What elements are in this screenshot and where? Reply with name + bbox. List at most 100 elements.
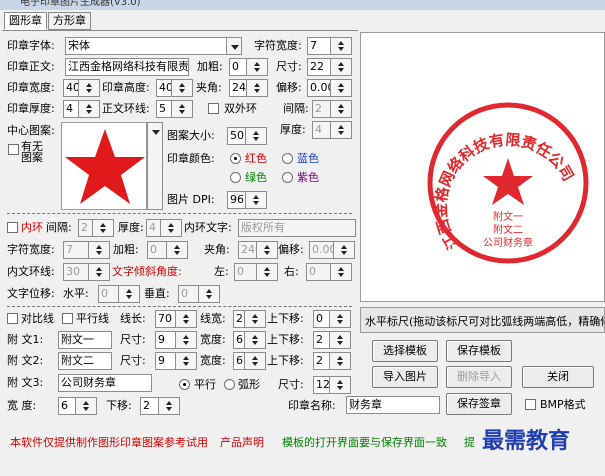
has-pattern-checkbox[interactable] <box>8 144 19 155</box>
parallel-line-label: 平行线 <box>76 312 109 325</box>
import-image-button[interactable]: 导入图片 <box>372 366 438 388</box>
spinner-icon[interactable] <box>330 100 352 118</box>
has-pattern-label: 有无图案 <box>21 140 43 164</box>
arc-label: 弧形 <box>238 378 260 391</box>
font-label: 印章字体: <box>7 39 55 52</box>
center-pattern-label: 中心图案: <box>7 124 55 137</box>
spinner-icon[interactable] <box>256 241 278 259</box>
footer-more: 提 <box>464 436 475 449</box>
pattern-preview[interactable] <box>61 122 147 210</box>
spinner-icon[interactable] <box>245 127 267 145</box>
pattern-size-label: 图案大小: <box>167 129 215 142</box>
bold-label: 加粗: <box>197 60 223 73</box>
spinner-icon[interactable] <box>256 263 278 281</box>
parallel-line-checkbox[interactable] <box>62 313 73 324</box>
line-length-label: 线长: <box>120 312 146 325</box>
spinner-icon[interactable] <box>75 397 97 415</box>
font-select[interactable]: 宋体 <box>65 37 241 55</box>
right-label: 右: <box>284 265 299 278</box>
spinner-icon[interactable] <box>246 58 268 76</box>
spinner-icon[interactable] <box>160 219 182 237</box>
spinner-icon[interactable] <box>246 79 268 97</box>
spinner-icon[interactable] <box>330 121 352 139</box>
width-label: 宽 度: <box>7 399 37 412</box>
color-purple-radio[interactable] <box>282 172 293 183</box>
watermark-logo: 最需教育 <box>482 428 571 454</box>
spinner-icon[interactable] <box>244 352 266 370</box>
spinner-icon[interactable] <box>118 285 140 303</box>
text2-label: 附 文2: <box>7 354 44 367</box>
color-blue-radio[interactable] <box>282 153 293 164</box>
spinner-icon[interactable] <box>175 310 197 328</box>
color-green-radio[interactable] <box>230 172 241 183</box>
dpi-label: 图片 DPI: <box>167 193 215 206</box>
spacing-label: 间隔: <box>283 102 309 115</box>
spinner-icon[interactable] <box>244 310 266 328</box>
product-statement-link[interactable]: 产品声明 <box>220 434 264 452</box>
spinner-icon[interactable] <box>330 37 352 55</box>
arc-radio[interactable] <box>224 379 235 390</box>
ring-spacing-label: 正文环线: <box>102 102 150 115</box>
main-text-input[interactable]: 江西金格网络科技有限责 <box>65 58 189 76</box>
spinner-icon[interactable] <box>198 285 220 303</box>
text2-updown-label: 上下移: <box>267 354 304 367</box>
ruler-label: 水平标尺(拖动该标尺可对比弧线两端高低，精确修 <box>365 315 605 328</box>
spinner-icon[interactable] <box>175 331 197 349</box>
color-blue-label: 蓝色 <box>297 152 319 165</box>
text-shift-label: 文字位移: <box>7 287 55 300</box>
spinner-icon[interactable] <box>78 100 100 118</box>
spinner-icon[interactable] <box>166 241 188 259</box>
spinner-icon[interactable] <box>330 58 352 76</box>
tab-square-stamp[interactable]: 方形章 <box>48 12 91 30</box>
compare-line-checkbox[interactable] <box>7 313 18 324</box>
spinner-icon[interactable] <box>329 376 351 394</box>
text1-input[interactable]: 附文一 <box>58 331 112 349</box>
close-button[interactable]: 关闭 <box>522 366 594 388</box>
spinner-icon[interactable] <box>244 331 266 349</box>
spinner-icon[interactable] <box>245 191 267 209</box>
inner-ring-checkbox[interactable] <box>7 222 18 233</box>
spinner-icon[interactable] <box>329 310 351 328</box>
spinner-icon[interactable] <box>333 241 355 259</box>
spinner-icon[interactable] <box>88 263 110 281</box>
stamp-name-input[interactable]: 财务章 <box>346 396 440 414</box>
spinner-icon[interactable] <box>171 79 193 97</box>
chevron-down-icon[interactable] <box>226 37 242 55</box>
double-ring-checkbox[interactable] <box>208 103 219 114</box>
text3-input[interactable]: 公司财务章 <box>58 374 152 392</box>
gap-label: 间隔: <box>46 221 72 234</box>
save-template-button[interactable]: 保存模板 <box>446 340 512 362</box>
delete-import-button[interactable]: 删除导入 <box>446 366 512 388</box>
horizontal-ruler[interactable]: 水平标尺(拖动该标尺可对比弧线两端高低，精确修 <box>360 307 605 333</box>
spinner-icon[interactable] <box>88 241 110 259</box>
save-stamp-button[interactable]: 保存签章 <box>446 393 512 415</box>
spinner-icon[interactable] <box>329 331 351 349</box>
spinner-icon[interactable] <box>330 79 352 97</box>
select-template-button[interactable]: 选择模板 <box>372 340 438 362</box>
section-divider <box>7 306 352 307</box>
tab-round-stamp[interactable]: 圆形章 <box>4 12 47 30</box>
color-red-radio[interactable] <box>230 153 241 164</box>
spinner-icon[interactable] <box>158 397 180 415</box>
spinner-icon[interactable] <box>92 219 114 237</box>
pattern-dropdown-button[interactable] <box>147 122 163 210</box>
stamp-height-label: 印章高度: <box>102 81 150 94</box>
parallel-radio[interactable] <box>179 379 190 390</box>
footer-info: 本软件仅提供制作图形印章图案参考试用 <box>10 436 208 449</box>
spinner-icon[interactable] <box>171 100 193 118</box>
inner-thickness-label: 厚度: <box>118 221 144 234</box>
inner-text-input[interactable]: 版权所有 <box>238 219 356 237</box>
horizontal-label: 水平: <box>63 287 89 300</box>
stamp-text2: 附文二 <box>493 223 523 236</box>
text2-input[interactable]: 附文二 <box>58 352 112 370</box>
double-ring-label: 双外环 <box>224 102 257 115</box>
inner-ring-label: 内环 <box>21 221 43 234</box>
text3-size-label: 尺寸: <box>278 378 304 391</box>
thickness2-label: 厚度: <box>280 123 306 136</box>
spinner-icon[interactable] <box>330 263 352 281</box>
spinner-icon[interactable] <box>329 352 351 370</box>
bmp-checkbox[interactable] <box>525 399 536 410</box>
spinner-icon[interactable] <box>78 79 100 97</box>
color-green-label: 绿色 <box>245 171 267 184</box>
spinner-icon[interactable] <box>175 352 197 370</box>
